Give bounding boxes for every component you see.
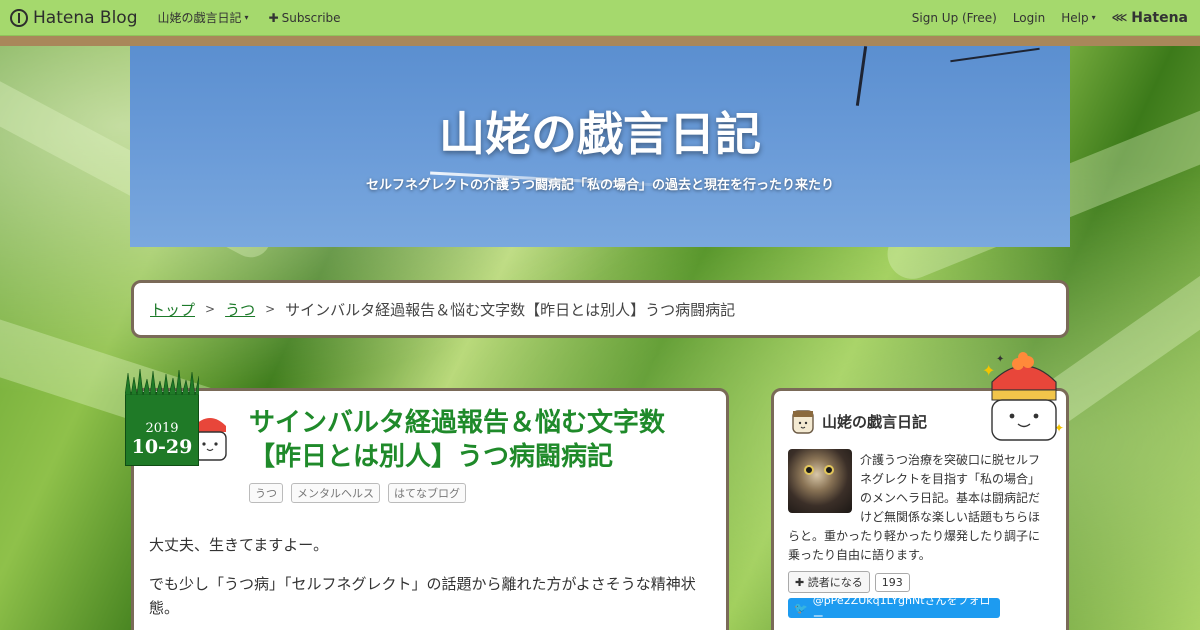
signup-link[interactable]: Sign Up (Free) xyxy=(912,11,997,25)
help-label: Help xyxy=(1061,10,1089,25)
breadcrumb-separator: > xyxy=(205,302,216,316)
entry-title-line: 【昨日とは別人】うつ病闘病記 xyxy=(249,442,614,472)
entry-title-line: サインバルタ経過報告＆悩む文字数 xyxy=(249,408,666,438)
hatena-logo-icon xyxy=(10,8,28,27)
cup-mascot-icon xyxy=(792,410,814,434)
hatena-blog-logo[interactable]: Hatena Blog xyxy=(10,8,138,28)
chevron-down-icon: ▾ xyxy=(244,13,249,22)
hatena-link[interactable]: ⋘ Hatena xyxy=(1112,10,1188,26)
blog-menu[interactable]: 山姥の戯言日記 ▾ xyxy=(158,9,249,26)
breadcrumb-top-link[interactable]: トップ xyxy=(150,299,195,320)
svg-text:✦: ✦ xyxy=(982,361,995,380)
entry-date-monthday: 10-29 xyxy=(131,436,193,458)
blog-description: セルフネグレクトの介護うつ闘病記「私の場合」の過去と現在を行ったり来たり xyxy=(365,178,834,193)
breadcrumb-separator: > xyxy=(265,302,276,316)
entry-paragraph: 態。 xyxy=(149,599,180,617)
hatena-mark-icon: ⋘ xyxy=(1111,11,1128,24)
twitter-bird-icon: 🐦 xyxy=(794,601,808,615)
entry-tag[interactable]: メンタルヘルス xyxy=(291,483,380,503)
follower-count[interactable]: 193 xyxy=(874,572,910,592)
subscribe-button[interactable]: ✚ Subscribe xyxy=(269,11,341,25)
plus-icon: ✚ xyxy=(268,10,279,25)
profile-blog-title[interactable]: 山姥の戯言日記 xyxy=(822,411,927,432)
entry-title[interactable]: サインバルタ経過報告＆悩む文字数 【昨日とは別人】うつ病闘病記 xyxy=(249,406,709,474)
account-nav: Sign Up (Free) Login Help ▾ ⋘ Hatena xyxy=(896,10,1188,26)
follow-label: 読者になる xyxy=(807,576,863,589)
entry-date-badge[interactable]: 2019 10-29 xyxy=(125,369,199,466)
breadcrumb-current: サインバルタ経過報告＆悩む文字数【昨日とは別人】うつ病闘病記 xyxy=(285,300,736,319)
entry-tags: うつ メンタルヘルス はてなブログ xyxy=(249,483,474,503)
avatar-spacer xyxy=(788,451,860,513)
hatena-global-header: Hatena Blog 山姥の戯言日記 ▾ ✚ Subscribe Sign U… xyxy=(0,0,1200,36)
entry-paragraph: 大丈夫、生きてますよー。 xyxy=(149,536,329,554)
hatena-label: Hatena xyxy=(1131,9,1188,26)
breadcrumb-category-link[interactable]: うつ xyxy=(225,299,255,320)
twitter-follow-label: @pPe2ZUkq1LYgnNtさんをフォロー xyxy=(812,594,991,623)
follow-controls: ✚ 読者になる 193 xyxy=(788,571,910,593)
tree-branch xyxy=(855,46,868,106)
tree-branch xyxy=(950,47,1040,63)
login-link[interactable]: Login xyxy=(1013,11,1045,25)
entry-tag[interactable]: うつ xyxy=(249,483,283,503)
twitter-follow-button[interactable]: 🐦 @pPe2ZUkq1LYgnNtさんをフォロー xyxy=(788,594,1000,623)
entry-date-year: 2019 xyxy=(145,421,179,436)
grass-decoration-icon xyxy=(125,369,199,395)
profile-description-wrap: 介護うつ治療を突破口に脱セルフネグレクトを目指す「私の場合」のメンヘラ日記。基本… xyxy=(788,451,1050,565)
entry-tag[interactable]: はてなブログ xyxy=(388,483,466,503)
subscribe-label: Subscribe xyxy=(281,10,341,25)
chevron-down-icon: ▾ xyxy=(1091,13,1096,22)
blog-header-banner: 山姥の戯言日記 セルフネグレクトの介護うつ闘病記「私の場合」の過去と現在を行った… xyxy=(130,46,1070,247)
svg-text:✦: ✦ xyxy=(996,354,1004,365)
header-divider xyxy=(0,36,1200,46)
follow-button[interactable]: ✚ 読者になる xyxy=(788,571,870,593)
entry-paragraph: でも少し「うつ病」「セルフネグレクト」の話題から離れた方がよさそうな精神状 xyxy=(149,575,696,593)
plus-icon: ✚ xyxy=(795,576,805,589)
breadcrumb: トップ > うつ > サインバルタ経過報告＆悩む文字数【昨日とは別人】うつ病闘病… xyxy=(131,280,1069,338)
blog-title[interactable]: 山姥の戯言日記 xyxy=(130,98,1070,164)
blog-menu-label: 山姥の戯言日記 xyxy=(157,11,242,25)
sushi-mascot-icon: ✦ ✦ ✦ xyxy=(982,352,1064,441)
brand-label: Hatena Blog xyxy=(33,7,138,28)
help-menu[interactable]: Help ▾ xyxy=(1061,11,1095,25)
